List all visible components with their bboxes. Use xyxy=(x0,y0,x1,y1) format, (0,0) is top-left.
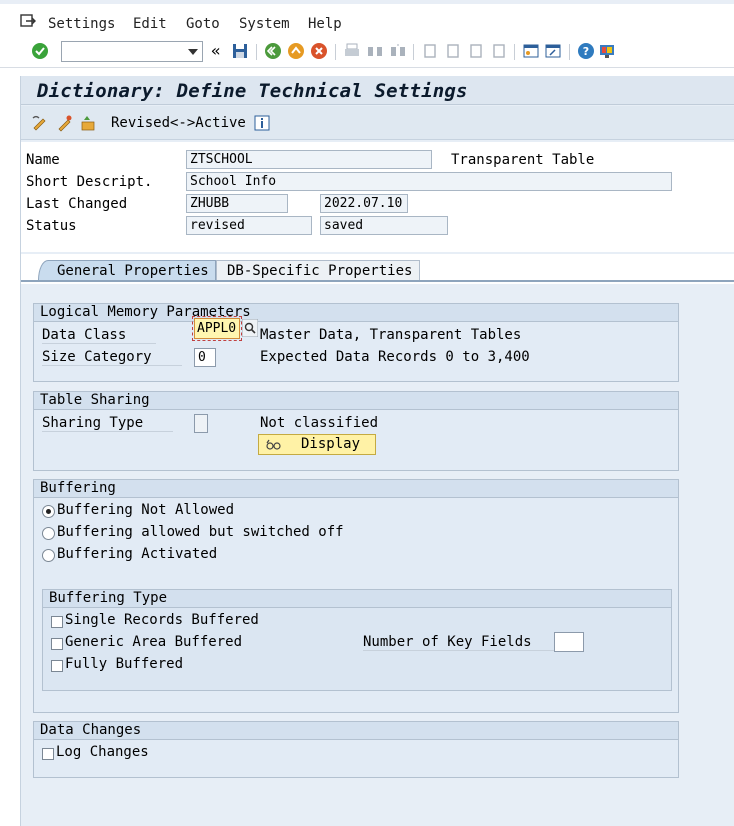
value-help-icon[interactable] xyxy=(242,319,258,337)
prev-page-icon[interactable] xyxy=(444,42,462,60)
checkbox-single-records[interactable] xyxy=(51,616,63,628)
buffering-not-allowed-label: Buffering Not Allowed xyxy=(57,502,235,518)
fully-buffered-label: Fully Buffered xyxy=(65,656,184,672)
menu-settings[interactable]: Settings xyxy=(48,16,115,32)
log-changes-label: Log Changes xyxy=(56,744,149,760)
status-label: Status xyxy=(26,218,77,234)
status-saved-field: saved xyxy=(320,216,448,235)
exit-icon[interactable] xyxy=(287,42,305,60)
save-icon[interactable] xyxy=(231,42,249,60)
buffering-switched-off-label: Buffering allowed but switched off xyxy=(57,524,344,540)
find-next-icon[interactable] xyxy=(389,42,407,60)
menu-goto[interactable]: Goto xyxy=(186,16,220,32)
status-field: revised xyxy=(186,216,312,235)
layout-icon[interactable] xyxy=(598,42,616,60)
data-class-desc: Master Data, Transparent Tables xyxy=(260,327,522,343)
name-label: Name xyxy=(26,152,60,168)
first-page-icon[interactable] xyxy=(421,42,439,60)
cancel-icon[interactable] xyxy=(310,42,328,60)
data-changes-title: Data Changes xyxy=(34,722,678,740)
command-field[interactable] xyxy=(61,41,203,62)
toolbar-separator xyxy=(569,44,570,60)
tab-db-specific-properties[interactable]: DB-Specific Properties xyxy=(216,260,420,281)
back-icon[interactable] xyxy=(264,42,282,60)
last-page-icon[interactable] xyxy=(490,42,508,60)
checkbox-generic-area[interactable] xyxy=(51,638,63,650)
toolbar-separator xyxy=(514,44,515,60)
edit-icon[interactable] xyxy=(56,114,74,132)
data-class-label: Data Class xyxy=(42,327,157,344)
glasses-icon xyxy=(266,439,281,450)
buffering-activated-label: Buffering Activated xyxy=(57,546,218,562)
sharing-type-field xyxy=(194,414,208,433)
logical-memory-group: Logical Memory Parameters Data Class APP… xyxy=(33,303,679,382)
revised-active-button[interactable]: Revised<->Active xyxy=(111,115,246,131)
buffering-type-group: Buffering Type Single Records Buffered G… xyxy=(42,589,672,691)
menu-bar: Settings Edit Goto System Help xyxy=(0,0,734,36)
menu-help[interactable]: Help xyxy=(308,16,342,32)
display-button[interactable]: Display xyxy=(258,434,376,455)
help-icon[interactable]: ? xyxy=(577,42,595,60)
checkbox-log-changes[interactable] xyxy=(42,748,54,760)
info-icon[interactable] xyxy=(253,114,271,132)
menu-exit-icon[interactable] xyxy=(20,14,36,28)
check-icon[interactable] xyxy=(31,42,49,60)
radio-buffering-activated[interactable] xyxy=(42,549,55,562)
application-toolbar: Revised<->Active xyxy=(21,106,734,140)
size-category-desc: Expected Data Records 0 to 3,400 xyxy=(260,349,530,365)
single-records-label: Single Records Buffered xyxy=(65,612,259,628)
key-fields-input[interactable] xyxy=(554,632,584,652)
table-type-label: Transparent Table xyxy=(451,152,595,168)
tab-divider xyxy=(21,280,734,282)
name-field: ZTSCHOOL xyxy=(186,150,432,169)
key-fields-label: Number of Key Fields xyxy=(363,634,562,651)
sharing-type-label: Sharing Type xyxy=(42,415,174,432)
checkbox-fully-buffered[interactable] xyxy=(51,660,63,672)
radio-buffering-not-allowed[interactable] xyxy=(42,505,55,518)
data-class-input[interactable]: APPL0 xyxy=(192,316,242,341)
main-area: Dictionary: Define Technical Settings Re… xyxy=(20,76,734,826)
menu-system[interactable]: System xyxy=(239,16,290,32)
buffering-group: Buffering Buffering Not Allowed Bufferin… xyxy=(33,479,679,713)
last-changed-label: Last Changed xyxy=(26,196,128,212)
standard-toolbar: « ? xyxy=(0,36,734,68)
radio-buffering-switched-off[interactable] xyxy=(42,527,55,540)
title-bar: Dictionary: Define Technical Settings xyxy=(21,76,734,105)
print-icon[interactable] xyxy=(343,42,361,60)
toolbar-separator xyxy=(256,44,257,60)
display-button-label: Display xyxy=(301,436,361,452)
short-desc-field: School Info xyxy=(186,172,672,191)
display-change-icon[interactable] xyxy=(31,114,49,132)
last-changed-date-field: 2022.07.10 xyxy=(320,194,408,213)
chevron-down-icon[interactable] xyxy=(188,49,198,55)
sharing-type-desc: Not classified xyxy=(260,415,379,431)
logical-memory-title: Logical Memory Parameters xyxy=(34,304,678,322)
toolbar-separator xyxy=(413,44,414,60)
tab-general-properties[interactable]: General Properties xyxy=(38,260,216,281)
new-session-icon[interactable] xyxy=(522,42,540,60)
table-sharing-group: Table Sharing Sharing Type Not classifie… xyxy=(33,391,679,471)
buffering-type-title: Buffering Type xyxy=(43,590,671,608)
shortcut-icon[interactable] xyxy=(544,42,562,60)
short-desc-label: Short Descript. xyxy=(26,174,153,190)
menu-edit[interactable]: Edit xyxy=(133,16,167,32)
svg-text:?: ? xyxy=(583,45,589,58)
size-category-label: Size Category xyxy=(42,349,182,366)
next-page-icon[interactable] xyxy=(467,42,485,60)
double-left-icon[interactable]: « xyxy=(211,41,229,60)
check-object-icon[interactable] xyxy=(80,114,98,132)
header-fields: Name ZTSCHOOL Transparent Table Short De… xyxy=(21,142,734,252)
toolbar-separator xyxy=(335,44,336,60)
table-sharing-title: Table Sharing xyxy=(34,392,678,410)
data-changes-group: Data Changes Log Changes xyxy=(33,721,679,778)
buffering-title: Buffering xyxy=(34,480,678,498)
generic-area-label: Generic Area Buffered xyxy=(65,634,243,650)
page-title: Dictionary: Define Technical Settings xyxy=(37,80,468,102)
size-category-input[interactable]: 0 xyxy=(194,348,216,367)
last-changed-user-field: ZHUBB xyxy=(186,194,288,213)
find-icon[interactable] xyxy=(366,42,384,60)
